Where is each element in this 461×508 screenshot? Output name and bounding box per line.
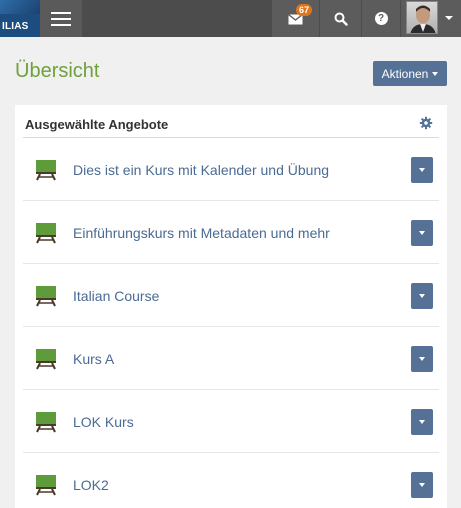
actions-label: Aktionen — [381, 66, 429, 81]
actions-button[interactable]: Aktionen — [373, 61, 447, 86]
chevron-down-icon — [419, 168, 425, 172]
logo-text: ILIAS — [2, 21, 29, 32]
logo-stripe — [0, 0, 40, 14]
mail-button[interactable]: 67 — [272, 0, 319, 37]
gear-icon[interactable] — [419, 116, 433, 130]
page-title: Übersicht — [15, 60, 100, 82]
hamburger-icon[interactable] — [40, 0, 82, 37]
list-item: LOK Kurs — [23, 390, 439, 453]
list-item: Einführungskurs mit Metadaten und mehr — [23, 201, 439, 264]
course-icon — [36, 349, 56, 370]
chevron-down-icon — [419, 231, 425, 235]
item-actions-dropdown[interactable] — [411, 472, 433, 498]
course-icon — [36, 412, 56, 433]
chevron-down-icon — [432, 71, 439, 76]
course-link[interactable]: Dies ist ein Kurs mit Kalender und Übung — [73, 138, 329, 201]
favorites-panel: Ausgewählte Angebote Dies ist ein Kurs m… — [15, 105, 447, 508]
course-icon — [36, 475, 56, 496]
help-button[interactable]: ? — [362, 0, 400, 37]
chevron-down-icon — [419, 294, 425, 298]
item-actions-dropdown[interactable] — [411, 220, 433, 246]
chevron-down-icon — [445, 16, 453, 20]
top-bar: ILIAS 67 ? — [0, 0, 461, 37]
chevron-down-icon — [419, 483, 425, 487]
course-icon — [36, 223, 56, 244]
course-icon — [36, 286, 56, 307]
ilias-logo[interactable]: ILIAS — [0, 0, 40, 37]
help-icon: ? — [374, 12, 388, 25]
item-actions-dropdown[interactable] — [411, 157, 433, 183]
course-icon — [36, 160, 56, 181]
item-actions-dropdown[interactable] — [411, 409, 433, 435]
search-button[interactable] — [320, 0, 361, 37]
user-menu[interactable] — [401, 0, 461, 37]
panel-title: Ausgewählte Angebote — [25, 117, 169, 132]
item-actions-dropdown[interactable] — [411, 346, 433, 372]
item-actions-dropdown[interactable] — [411, 283, 433, 309]
list-item: Italian Course — [23, 264, 439, 327]
course-link[interactable]: Einführungskurs mit Metadaten und mehr — [73, 201, 330, 264]
avatar — [406, 1, 438, 34]
search-icon — [334, 12, 348, 26]
course-link[interactable]: LOK Kurs — [73, 390, 134, 453]
chevron-down-icon — [419, 420, 425, 424]
list-item: Dies ist ein Kurs mit Kalender und Übung — [23, 138, 439, 201]
chevron-down-icon — [419, 357, 425, 361]
course-link[interactable]: Italian Course — [73, 264, 159, 327]
list-item: Kurs A — [23, 327, 439, 390]
course-link[interactable]: Kurs A — [73, 327, 114, 390]
course-link[interactable]: LOK2 — [73, 453, 109, 508]
list-item: LOK2 — [23, 453, 439, 508]
mail-badge: 67 — [296, 4, 313, 16]
